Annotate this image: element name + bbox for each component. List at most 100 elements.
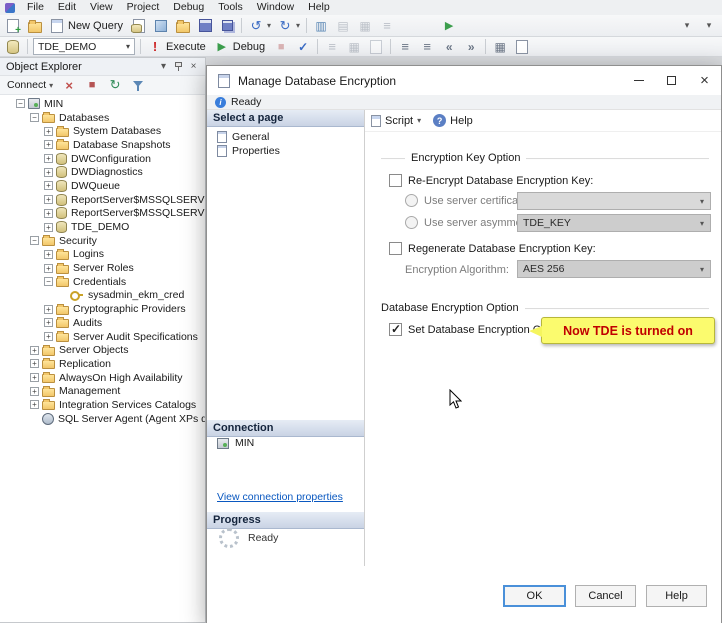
menu-help[interactable]: Help (301, 0, 337, 15)
ok-button[interactable]: OK (503, 585, 566, 607)
minimize-button[interactable] (622, 66, 655, 95)
expand-icon[interactable]: + (44, 195, 53, 205)
filter-button[interactable] (127, 76, 149, 94)
regenerate-checkbox[interactable] (389, 242, 402, 255)
add-remove-buttons-icon[interactable] (698, 17, 720, 35)
set-database-encryption-checkbox[interactable] (389, 322, 402, 336)
tree-item-server-audit-specifications[interactable]: + Server Audit Specifications (0, 330, 205, 344)
chevron-down-icon[interactable]: ▾ (296, 21, 300, 30)
execute-button[interactable]: Execute (144, 38, 211, 56)
profiler-icon[interactable] (332, 17, 354, 35)
collapse-icon[interactable]: − (30, 236, 39, 246)
tree-item-server-roles[interactable]: + Server Roles (0, 261, 205, 275)
tree-item-integration-services-catalogs[interactable]: + Integration Services Catalogs (0, 398, 205, 412)
tree-item-credentials[interactable]: − Credentials (0, 275, 205, 289)
collapse-icon[interactable]: − (44, 277, 53, 287)
tree-item-cryptographic-providers[interactable]: + Cryptographic Providers (0, 302, 205, 316)
tree-item-replication[interactable]: + Replication (0, 357, 205, 371)
toolbar-overflow-icon[interactable] (676, 17, 698, 35)
tree-item-tde-demo[interactable]: + TDE_DEMO (0, 220, 205, 234)
reencrypt-checkbox[interactable] (389, 174, 402, 187)
expand-icon[interactable]: + (44, 304, 53, 314)
expand-icon[interactable]: + (44, 181, 53, 191)
pin-icon[interactable] (171, 60, 186, 74)
collapse-icon[interactable]: − (16, 99, 25, 109)
redo-icon[interactable]: ▾ (274, 17, 303, 35)
intellisense-icon[interactable] (489, 38, 511, 56)
tree-item-security[interactable]: − Security (0, 234, 205, 248)
disconnect-button[interactable] (58, 76, 80, 94)
chevron-down-icon[interactable]: ▾ (267, 21, 271, 30)
connect-button[interactable]: Connect ▾ (3, 79, 57, 91)
expand-icon[interactable]: + (44, 249, 53, 259)
collapse-icon[interactable]: − (30, 113, 39, 123)
chevron-down-icon[interactable]: ▾ (417, 116, 421, 125)
menu-edit[interactable]: Edit (51, 0, 83, 15)
page-item-general[interactable]: General (207, 130, 364, 144)
results-to-file-icon[interactable] (365, 38, 387, 56)
tree-item-dwdiagnostics[interactable]: + DWDiagnostics (0, 165, 205, 179)
encryption-algorithm-combo[interactable]: AES 256 ▾ (517, 260, 711, 278)
use-server-asymmetric-key-radio[interactable] (405, 216, 418, 229)
use-server-certificate-radio[interactable] (405, 194, 418, 207)
expand-icon[interactable]: + (30, 386, 39, 396)
expand-icon[interactable]: + (44, 263, 53, 273)
comment-icon[interactable] (394, 38, 416, 56)
tree-item-dwqueue[interactable]: + DWQueue (0, 179, 205, 193)
tree-item-databases[interactable]: − Databases (0, 111, 205, 125)
save-all-icon[interactable] (216, 17, 238, 35)
change-connection-icon[interactable] (2, 38, 24, 56)
dialog-titlebar[interactable]: Manage Database Encryption × (207, 66, 721, 95)
parse-icon[interactable] (292, 38, 314, 56)
activity-monitor-icon[interactable] (310, 17, 332, 35)
results-to-text-icon[interactable] (321, 38, 343, 56)
tree-item-dwconfiguration[interactable]: + DWConfiguration (0, 152, 205, 166)
tree-item-reportserver-mssqlservertempdb[interactable]: + ReportServer$MSSQLSERVERTempDB (0, 207, 205, 221)
open-project-icon[interactable] (24, 17, 46, 35)
expand-icon[interactable]: + (44, 140, 53, 150)
menu-debug[interactable]: Debug (166, 0, 211, 15)
script-button[interactable]: Script ▾ (371, 114, 421, 127)
new-project-icon[interactable] (2, 17, 24, 36)
menu-file[interactable]: File (20, 0, 51, 15)
tree-item-sql-server-agent-agent-xps-disabl[interactable]: SQL Server Agent (Agent XPs disabl (0, 412, 205, 426)
asymmetric-key-combo[interactable]: TDE_KEY ▾ (517, 214, 711, 232)
undo-icon[interactable]: ▾ (245, 17, 274, 35)
window-position-icon[interactable]: ▾ (156, 60, 171, 74)
chevron-down-icon[interactable]: ▾ (126, 42, 130, 51)
view-connection-properties-link[interactable]: View connection properties (217, 491, 343, 503)
clipboard-icon[interactable] (376, 17, 398, 35)
close-icon[interactable]: × (186, 60, 201, 74)
tree-item-database-snapshots[interactable]: + Database Snapshots (0, 138, 205, 152)
expand-icon[interactable]: + (30, 345, 39, 355)
save-icon[interactable] (194, 17, 216, 35)
tree-item-server-objects[interactable]: + Server Objects (0, 343, 205, 357)
debug-button[interactable]: Debug (211, 38, 270, 56)
analysis-services-query-icon[interactable] (150, 17, 172, 35)
run-icon[interactable] (438, 17, 460, 35)
expand-icon[interactable]: + (44, 318, 53, 328)
expand-icon[interactable]: + (44, 332, 53, 342)
page-item-properties[interactable]: Properties (207, 144, 364, 158)
menu-window[interactable]: Window (250, 0, 301, 15)
cancel-button[interactable]: Cancel (575, 585, 636, 607)
expand-icon[interactable]: + (44, 208, 53, 218)
decrease-indent-icon[interactable] (438, 38, 460, 56)
tree-item-reportserver-mssqlserver[interactable]: + ReportServer$MSSQLSERVER (0, 193, 205, 207)
database-engine-query-icon[interactable] (128, 17, 150, 35)
menu-project[interactable]: Project (120, 0, 167, 15)
stop-icon[interactable] (270, 38, 292, 56)
tree-item-logins[interactable]: + Logins (0, 248, 205, 262)
expand-icon[interactable]: + (44, 154, 53, 164)
stop-button[interactable] (81, 76, 103, 94)
query-options-icon[interactable] (511, 38, 533, 56)
menu-tools[interactable]: Tools (211, 0, 250, 15)
database-combo[interactable]: TDE_DEMO ▾ (33, 38, 135, 55)
expand-icon[interactable]: + (30, 373, 39, 383)
expand-icon[interactable]: + (30, 359, 39, 369)
help-button[interactable]: Help (646, 585, 707, 607)
open-file-icon[interactable] (172, 17, 194, 35)
expand-icon[interactable]: + (30, 400, 39, 410)
tree-item-management[interactable]: + Management (0, 384, 205, 398)
refresh-button[interactable] (104, 76, 126, 94)
